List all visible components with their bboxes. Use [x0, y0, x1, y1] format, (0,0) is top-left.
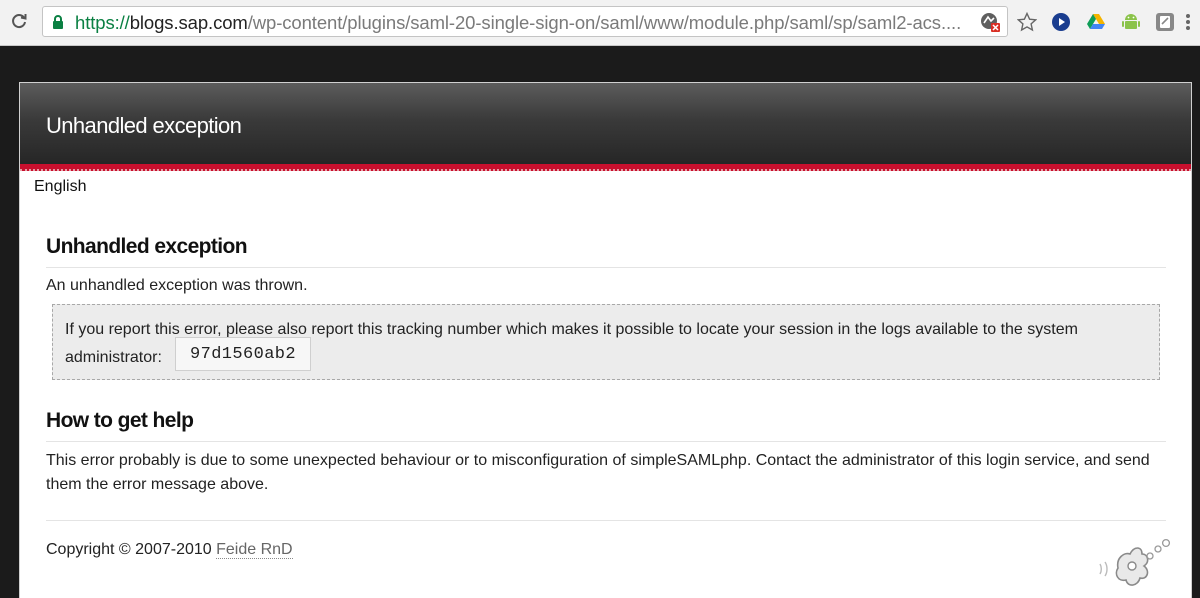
lock-icon [52, 15, 64, 35]
page-header: Unhandled exception [20, 83, 1191, 164]
footer-divider [46, 520, 1166, 521]
error-message: An unhandled exception was thrown. [46, 277, 308, 294]
help-text: This error probably is due to some unexp… [46, 452, 1150, 493]
url-text: https://blogs.sap.com/wp-content/plugins… [75, 12, 961, 34]
tracking-text-line2: administrator: [65, 349, 162, 366]
address-bar[interactable]: https://blogs.sap.com/wp-content/plugins… [42, 6, 1008, 37]
play-extension-icon[interactable] [1050, 11, 1072, 33]
tracking-text-line1: If you report this error, please also re… [65, 321, 1078, 338]
browser-toolbar: https://blogs.sap.com/wp-content/plugins… [0, 0, 1200, 46]
reload-icon[interactable] [8, 10, 30, 32]
help-heading: How to get help [46, 409, 1166, 442]
bookmark-star-icon[interactable] [1016, 11, 1038, 33]
url-host: blogs.sap.com [129, 12, 248, 33]
tracking-number[interactable]: 97d1560ab2 [175, 337, 311, 371]
url-scheme: https:// [75, 12, 130, 33]
language-selector[interactable]: English [34, 178, 86, 196]
extension-blocked-icon[interactable] [979, 11, 1001, 33]
feide-link[interactable]: Feide RnD [216, 541, 293, 559]
android-icon[interactable] [1120, 11, 1142, 33]
app-extension-icon[interactable] [1154, 11, 1176, 33]
header-accent-bar [20, 164, 1191, 171]
page-container: Unhandled exception English Unhandled ex… [19, 82, 1192, 598]
header-title: Unhandled exception [46, 113, 242, 138]
tracking-box: If you report this error, please also re… [52, 304, 1160, 380]
copyright-text: Copyright © 2007-2010 [46, 541, 212, 558]
mascot-logo-icon [1094, 536, 1184, 597]
url-path: /wp-content/plugins/saml-20-single-sign-… [247, 12, 962, 33]
menu-icon[interactable] [1182, 11, 1194, 33]
drive-icon[interactable] [1085, 11, 1107, 33]
footer-copyright: Copyright © 2007-2010 Feide RnD [46, 541, 293, 559]
error-heading: Unhandled exception [46, 235, 1166, 268]
